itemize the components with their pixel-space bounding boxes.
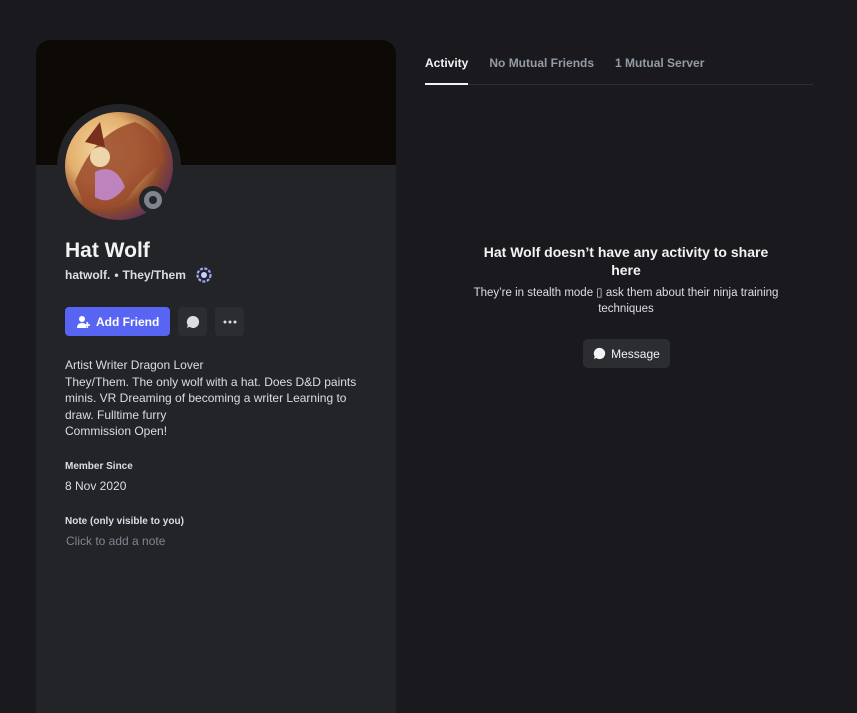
bio-line: Artist Writer Dragon Lover — [65, 358, 204, 372]
profile-card: Hat Wolf hatwolf. • They/Them Add Friend — [36, 40, 396, 713]
empty-activity-title: Hat Wolf doesn’t have any activity to sh… — [483, 244, 769, 278]
separator: • — [114, 268, 119, 282]
add-user-icon — [77, 315, 90, 328]
username[interactable]: hatwolf. — [65, 268, 110, 282]
bio-line: They/Them. The only wolf with a hat. Doe… — [65, 374, 360, 422]
display-name: Hat Wolf — [65, 239, 150, 262]
tab-mutual-servers[interactable]: 1 Mutual Server — [615, 56, 704, 84]
status-offline-icon — [139, 186, 167, 214]
nitro-badge-icon[interactable] — [196, 267, 212, 283]
chat-bubble-icon — [593, 347, 606, 360]
profile-actions: Add Friend — [65, 307, 245, 336]
note-input[interactable]: Click to add a note — [66, 534, 165, 548]
tab-activity[interactable]: Activity — [425, 56, 469, 85]
message-button[interactable] — [178, 307, 208, 336]
empty-activity-subtitle: They’re in stealth mode ▯ ask them about… — [473, 287, 779, 315]
more-options-button[interactable] — [215, 307, 245, 336]
add-friend-button[interactable]: Add Friend — [65, 307, 171, 336]
add-friend-label: Add Friend — [96, 314, 160, 329]
username-row: hatwolf. • They/Them — [65, 267, 212, 283]
more-dots-icon — [223, 320, 237, 323]
profile-page: Hat Wolf hatwolf. • They/Them Add Friend — [0, 0, 857, 713]
chat-bubble-icon — [186, 315, 199, 328]
about-me: Artist Writer Dragon Lover They/Them. Th… — [65, 357, 365, 440]
note-heading: Note (only visible to you) — [65, 516, 184, 527]
message-button-label: Message — [611, 346, 660, 361]
pronouns: They/Them — [122, 268, 186, 282]
member-since-heading: Member Since — [65, 461, 133, 472]
member-since-date: 8 Nov 2020 — [65, 479, 127, 493]
message-button-secondary[interactable]: Message — [583, 339, 670, 368]
tab-mutual-friends[interactable]: No Mutual Friends — [489, 56, 594, 84]
bio-line: Commission Open! — [65, 424, 168, 438]
avatar[interactable] — [57, 104, 181, 228]
profile-tabs: Activity No Mutual Friends 1 Mutual Serv… — [425, 56, 813, 85]
